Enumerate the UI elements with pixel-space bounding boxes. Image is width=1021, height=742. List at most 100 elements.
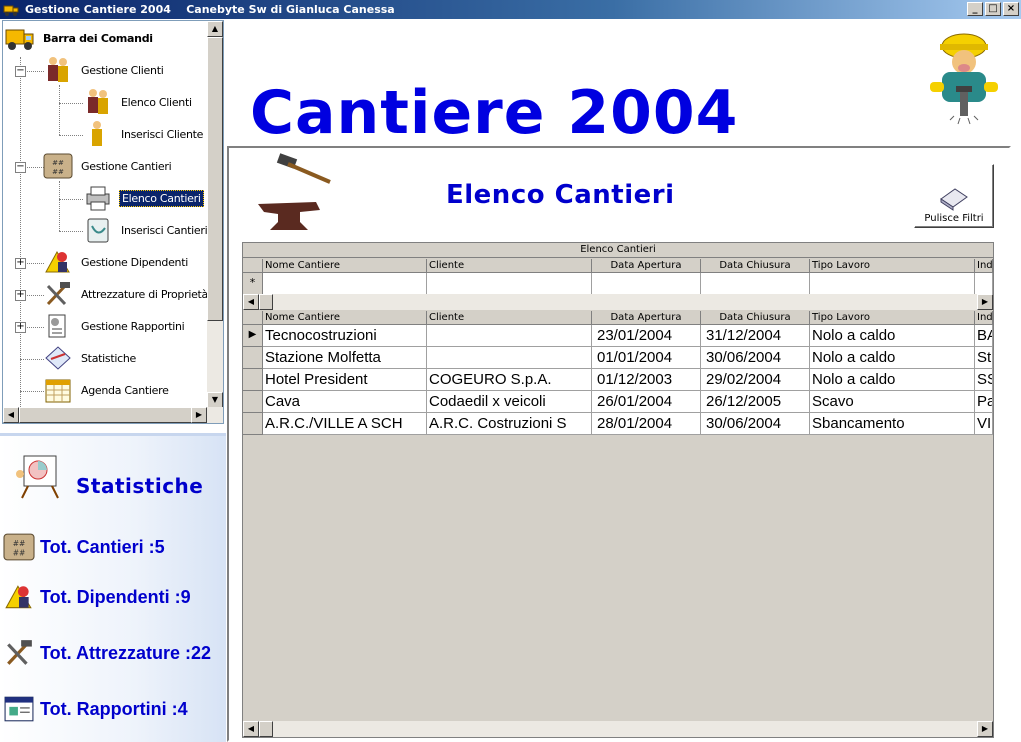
cell-indirizzo[interactable]: SS <box>975 369 993 391</box>
cell-cliente[interactable] <box>427 347 592 369</box>
cell-data-apertura[interactable]: 26/01/2004 <box>592 391 701 413</box>
tree-item-elenco-clienti[interactable]: Elenco Clienti <box>83 88 194 116</box>
filter-cell[interactable] <box>810 273 975 295</box>
scroll-thumb[interactable] <box>259 721 273 737</box>
clear-filters-button[interactable]: Pulisce Filtri <box>914 164 994 228</box>
cell-nome[interactable]: A.R.C./VILLE A SCH <box>263 413 427 435</box>
tree-item-inserisci-cliente[interactable]: Inserisci Cliente <box>83 120 205 148</box>
cell-tipo-lavoro[interactable]: Scavo <box>810 391 975 413</box>
column-header[interactable]: Tipo Lavoro <box>810 311 975 325</box>
stat-dipendenti-text: Tot. Dipendenti :9 <box>40 586 191 607</box>
cell-nome[interactable]: Stazione Molfetta <box>263 347 427 369</box>
table-row[interactable]: Hotel President COGEURO S.p.A. 01/12/200… <box>243 369 993 391</box>
cell-cliente[interactable] <box>427 325 592 347</box>
column-header[interactable]: Tipo Lavoro <box>810 259 975 273</box>
filter-cell[interactable] <box>975 273 993 295</box>
cell-nome[interactable]: Tecnocostruzioni <box>263 325 427 347</box>
cell-data-apertura[interactable]: 23/01/2004 <box>592 325 701 347</box>
tree-item-statistiche[interactable]: Statistiche <box>43 344 138 372</box>
cell-tipo-lavoro[interactable]: Sbancamento <box>810 413 975 435</box>
cell-data-apertura[interactable]: 01/12/2003 <box>592 369 701 391</box>
scroll-right-arrow-icon[interactable]: ▶ <box>977 294 993 310</box>
stat-dipendenti: Tot. Dipendenti :9 <box>2 582 191 612</box>
tree-item-label: Inserisci Cantieri <box>121 223 208 237</box>
tree-root[interactable]: Barra dei Comandi <box>5 24 155 52</box>
command-tree[interactable]: Barra dei Comandi − Gestione Clienti Ele… <box>2 20 224 424</box>
cell-indirizzo[interactable]: Pa <box>975 391 993 413</box>
close-button[interactable]: × <box>1003 2 1019 16</box>
tree-item-elenco-cantieri[interactable]: Elenco Cantieri <box>83 184 204 212</box>
table-row[interactable]: A.R.C./VILLE A SCH A.R.C. Costruzioni S … <box>243 413 993 435</box>
table-row[interactable]: Cava Codaedil x veicoli 26/01/2004 26/12… <box>243 391 993 413</box>
minimize-button[interactable]: _ <box>967 2 983 16</box>
tree-item-gestione-rapportini[interactable]: Gestione Rapportini <box>43 312 186 340</box>
cell-data-chiusura[interactable]: 26/12/2005 <box>701 391 810 413</box>
new-row-marker: * <box>243 273 263 295</box>
filter-cell[interactable] <box>592 273 701 295</box>
filter-cell[interactable] <box>427 273 592 295</box>
tree-item-gestione-cantieri[interactable]: ## ## Gestione Cantieri <box>43 152 173 180</box>
scroll-thumb[interactable] <box>19 407 197 423</box>
column-header[interactable]: Data Chiusura <box>701 311 810 325</box>
collapse-cantieri[interactable]: − <box>15 162 26 173</box>
maximize-button[interactable]: □ <box>985 2 1001 16</box>
expand-attrezzature[interactable]: + <box>15 290 26 301</box>
column-header[interactable]: Data Chiusura <box>701 259 810 273</box>
scroll-thumb[interactable] <box>259 294 273 310</box>
scroll-thumb[interactable] <box>207 37 223 321</box>
table-row[interactable]: Stazione Molfetta 01/01/2004 30/06/2004 … <box>243 347 993 369</box>
cell-tipo-lavoro[interactable]: Nolo a caldo <box>810 347 975 369</box>
cell-nome[interactable]: Cava <box>263 391 427 413</box>
column-header[interactable]: Nome Cantiere <box>263 311 427 325</box>
cell-nome[interactable]: Hotel President <box>263 369 427 391</box>
cantieri-grid[interactable]: Elenco Cantieri Nome Cantiere Cliente Da… <box>242 242 994 738</box>
cell-data-chiusura[interactable]: 30/06/2004 <box>701 347 810 369</box>
tree-horizontal-scrollbar[interactable]: ◀ ▶ <box>3 407 223 423</box>
cell-data-apertura[interactable]: 28/01/2004 <box>592 413 701 435</box>
column-header[interactable]: Cliente <box>427 259 592 273</box>
cell-indirizzo[interactable]: BA <box>975 325 993 347</box>
column-header[interactable]: Data Apertura <box>592 259 701 273</box>
cell-indirizzo[interactable]: VI. <box>975 413 993 435</box>
scroll-up-arrow-icon[interactable]: ▲ <box>207 21 223 37</box>
column-header[interactable]: Indi <box>975 259 993 273</box>
cell-tipo-lavoro[interactable]: Nolo a caldo <box>810 369 975 391</box>
cell-tipo-lavoro[interactable]: Nolo a caldo <box>810 325 975 347</box>
scroll-right-arrow-icon[interactable]: ▶ <box>977 721 993 737</box>
scroll-left-arrow-icon[interactable]: ◀ <box>243 294 259 310</box>
expand-rapportini[interactable]: + <box>15 322 26 333</box>
column-header[interactable]: Nome Cantiere <box>263 259 427 273</box>
scroll-left-arrow-icon[interactable]: ◀ <box>3 407 19 423</box>
cell-cliente[interactable]: Codaedil x veicoli <box>427 391 592 413</box>
tree-item-agenda-cantiere[interactable]: Agenda Cantiere <box>43 376 171 404</box>
scroll-down-arrow-icon[interactable]: ▼ <box>207 392 223 408</box>
cell-cliente[interactable]: COGEURO S.p.A. <box>427 369 592 391</box>
table-row[interactable]: ▶ Tecnocostruzioni 23/01/2004 31/12/2004… <box>243 325 993 347</box>
scroll-left-arrow-icon[interactable]: ◀ <box>243 721 259 737</box>
tree-item-gestione-dipendenti[interactable]: Gestione Dipendenti <box>43 248 190 276</box>
column-header[interactable]: Data Apertura <box>592 311 701 325</box>
column-header[interactable]: Indi <box>975 311 993 325</box>
column-header[interactable]: Cliente <box>427 311 592 325</box>
cell-data-chiusura[interactable]: 30/06/2004 <box>701 413 810 435</box>
tree-item-label: Attrezzature di Proprietà <box>81 287 208 301</box>
svg-text:##: ## <box>13 539 26 548</box>
scroll-right-arrow-icon[interactable]: ▶ <box>191 407 207 423</box>
cell-indirizzo[interactable]: St <box>975 347 993 369</box>
tree-item-gestione-clienti[interactable]: Gestione Clienti <box>43 56 165 84</box>
collapse-clienti[interactable]: − <box>15 66 26 77</box>
tree-item-attrezzature[interactable]: Attrezzature di Proprietà <box>43 280 210 308</box>
expand-dipendenti[interactable]: + <box>15 258 26 269</box>
grid-horizontal-scrollbar[interactable]: ◀ ▶ <box>243 721 993 737</box>
filter-row[interactable]: * <box>243 273 993 295</box>
tree-vertical-scrollbar[interactable]: ▲ ▼ <box>207 21 223 408</box>
filter-cell[interactable] <box>263 273 427 295</box>
cell-data-chiusura[interactable]: 29/02/2004 <box>701 369 810 391</box>
cell-data-chiusura[interactable]: 31/12/2004 <box>701 325 810 347</box>
cell-data-apertura[interactable]: 01/01/2004 <box>592 347 701 369</box>
filter-cell[interactable] <box>701 273 810 295</box>
tree-item-label: Inserisci Cliente <box>121 127 204 141</box>
filter-horizontal-scrollbar[interactable]: ◀ ▶ <box>243 294 993 310</box>
cell-cliente[interactable]: A.R.C. Costruzioni S <box>427 413 592 435</box>
tree-item-inserisci-cantieri[interactable]: Inserisci Cantieri <box>83 216 209 244</box>
